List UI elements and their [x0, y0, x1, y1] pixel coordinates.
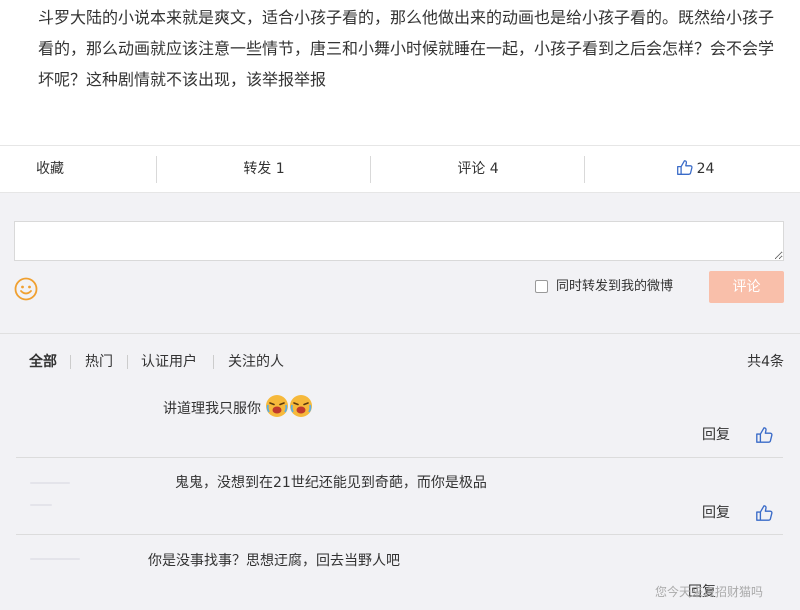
avatar — [30, 558, 80, 560]
reply-button[interactable]: 回复 — [702, 503, 730, 523]
divider — [70, 355, 71, 369]
divider — [16, 457, 783, 458]
thumbs-up-icon[interactable] — [755, 426, 773, 444]
crying-laugh-emoji-icon — [290, 395, 313, 417]
like-button[interactable]: 24 — [650, 146, 740, 192]
comment-total-count: 共4条 — [747, 354, 784, 370]
favorite-button[interactable]: 收藏 — [0, 146, 100, 192]
smiley-icon[interactable] — [14, 277, 38, 301]
comments-section: 全部 热门 认证用户 关注的人 共4条 讲道理我只服你 回复 鬼鬼，没想到在21… — [0, 333, 800, 610]
tab-following[interactable]: 关注的人 — [228, 353, 284, 371]
crying-laugh-emoji-icon — [266, 395, 289, 417]
comment-compose: 同时转发到我的微博 评论 — [0, 193, 800, 333]
comment-text: 讲道理我只服你 — [163, 394, 313, 420]
watermark-text: 您今天来点招财猫吗 — [655, 585, 764, 599]
divider — [156, 156, 157, 183]
divider — [584, 156, 585, 183]
tab-hot[interactable]: 热门 — [85, 353, 113, 371]
divider — [16, 534, 783, 535]
tab-verified-users[interactable]: 认证用户 — [141, 353, 197, 371]
comment-text: 鬼鬼，没想到在21世纪还能见到奇葩，而你是极品 — [175, 475, 487, 491]
post-text: 斗罗大陆的小说本来就是爽文，适合小孩子看的，那么他做出来的动画也是给小孩子看的。… — [38, 8, 775, 89]
repost-checkbox-label[interactable]: 同时转发到我的微博 — [556, 277, 673, 297]
action-bar: 收藏 转发 1 评论 4 24 — [0, 145, 800, 193]
comment-input[interactable] — [14, 221, 784, 261]
divider — [213, 355, 214, 369]
avatar — [30, 504, 52, 506]
divider — [127, 355, 128, 369]
tab-all[interactable]: 全部 — [29, 353, 57, 371]
avatar — [30, 482, 70, 484]
comment-body: 讲道理我只服你 — [163, 401, 261, 417]
comment-text: 你是没事找事？思想迂腐，回去当野人吧 — [148, 553, 400, 569]
divider — [370, 156, 371, 183]
like-count: 24 — [696, 161, 715, 177]
repost-button[interactable]: 转发 1 — [214, 146, 314, 192]
submit-comment-button[interactable]: 评论 — [709, 271, 784, 303]
post-card: 斗罗大陆的小说本来就是爽文，适合小孩子看的，那么他做出来的动画也是给小孩子看的。… — [0, 0, 800, 145]
reply-button[interactable]: 回复 — [702, 425, 730, 445]
comment-button[interactable]: 评论 4 — [428, 146, 528, 192]
repost-checkbox[interactable] — [535, 280, 548, 293]
thumbs-up-icon — [676, 160, 693, 175]
thumbs-up-icon[interactable] — [755, 504, 773, 522]
